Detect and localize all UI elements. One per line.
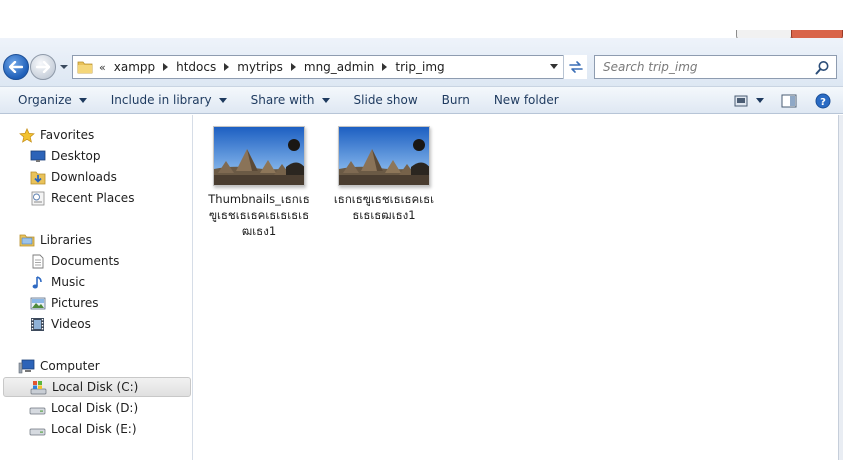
breadcrumb-htdocs[interactable]: htdocs (174, 60, 218, 74)
downloads-folder-icon (29, 170, 46, 185)
include-in-library-button[interactable]: Include in library (103, 89, 235, 111)
chevron-down-icon (756, 98, 764, 103)
recent-pages-chevron-down-icon[interactable] (59, 62, 69, 72)
file-list[interactable]: Thumbnails_เธกเธฃูเธชเธเธคเธเธเธเธฒเธง1 (194, 115, 840, 460)
nav-item-label: Documents (51, 254, 120, 268)
title-strip (0, 0, 843, 38)
address-bar[interactable]: « xampp htdocs mytrips mng_admin trip_im… (72, 55, 587, 79)
refresh-icon (568, 61, 583, 73)
nav-item-label: Pictures (51, 296, 99, 310)
breadcrumb-separator-icon[interactable] (224, 63, 230, 71)
document-icon (29, 254, 46, 269)
arrow-left-icon (9, 61, 23, 73)
change-view-button[interactable] (729, 90, 769, 112)
file-name: Thumbnails_เธกเธฃูเธชเธเธคเธเธเธเธฒเธง1 (208, 192, 310, 238)
nav-item-local-disk-d[interactable]: Local Disk (D:) (29, 398, 138, 418)
preview-pane-icon (781, 94, 797, 107)
nav-favorites[interactable]: Favorites (18, 125, 94, 145)
nav-item-label: Music (51, 275, 86, 289)
navigation-bar: « xampp htdocs mytrips mng_admin trip_im… (0, 38, 843, 87)
landscape-photo-icon (339, 127, 429, 185)
breadcrumb-overflow-button[interactable]: « (99, 61, 106, 74)
nav-libraries-label: Libraries (40, 233, 92, 247)
drive-icon (29, 401, 46, 416)
search-box[interactable] (594, 55, 837, 79)
folder-icon (77, 61, 93, 74)
new-folder-button[interactable]: New folder (486, 89, 567, 111)
search-input[interactable] (603, 60, 803, 74)
breadcrumb-mng-admin[interactable]: mng_admin (302, 60, 377, 74)
share-with-button[interactable]: Share with (243, 89, 338, 111)
chevron-down-icon (78, 97, 87, 103)
nav-computer-label: Computer (40, 359, 100, 373)
nav-computer[interactable]: Computer (18, 356, 100, 376)
search-icon[interactable] (815, 60, 830, 75)
svg-text:?: ? (820, 97, 826, 108)
nav-item-desktop[interactable]: Desktop (29, 146, 101, 166)
nav-item-downloads[interactable]: Downloads (29, 167, 117, 187)
address-history-chevron-down-icon[interactable] (550, 64, 558, 69)
system-drive-icon (30, 380, 47, 395)
breadcrumb-xampp[interactable]: xampp (112, 60, 157, 74)
breadcrumb-separator-icon[interactable] (382, 63, 388, 71)
organize-label: Organize (18, 93, 72, 107)
breadcrumb-trip-img[interactable]: trip_img (393, 60, 446, 74)
image-thumbnail[interactable] (213, 126, 305, 186)
slide-show-button[interactable]: Slide show (346, 89, 426, 111)
breadcrumb-mytrips[interactable]: mytrips (235, 60, 285, 74)
preview-pane-button[interactable] (775, 90, 803, 112)
recent-places-icon (29, 191, 46, 206)
nav-item-label: Downloads (51, 170, 117, 184)
nav-item-music[interactable]: Music (29, 272, 85, 292)
window-right-border (838, 115, 843, 460)
nav-item-local-disk-e[interactable]: Local Disk (E:) (29, 419, 137, 439)
desktop-icon (29, 149, 46, 164)
nav-item-label: Local Disk (E:) (51, 422, 137, 436)
command-bar: Organize Include in library Share with S… (0, 87, 843, 114)
arrow-right-icon (36, 61, 50, 73)
drive-icon (29, 422, 46, 437)
nav-item-local-disk-c[interactable]: Local Disk (C:) (3, 377, 191, 397)
libraries-icon (18, 233, 35, 248)
star-icon (18, 127, 35, 143)
file-item[interactable]: เธกเธฃูเธชเธเธคเธเธเธเธฒเธง1 (329, 126, 439, 223)
back-button[interactable] (3, 54, 29, 80)
nav-item-label: Desktop (51, 149, 101, 163)
organize-button[interactable]: Organize (10, 89, 95, 111)
nav-item-label: Local Disk (C:) (52, 380, 139, 394)
burn-button[interactable]: Burn (434, 89, 478, 111)
nav-item-pictures[interactable]: Pictures (29, 293, 99, 313)
help-button[interactable]: ? (809, 90, 837, 112)
nav-favorites-label: Favorites (40, 128, 95, 142)
video-film-icon (29, 317, 46, 332)
nav-item-documents[interactable]: Documents (29, 251, 119, 271)
navigation-pane: Favorites Desktop Downloads Recent Place… (0, 115, 193, 460)
nav-item-label: Recent Places (51, 191, 135, 205)
chevron-down-icon (218, 97, 227, 103)
nav-item-label: Videos (51, 317, 91, 331)
pictures-icon (29, 296, 46, 311)
nav-item-label: Local Disk (D:) (51, 401, 139, 415)
nav-item-videos[interactable]: Videos (29, 314, 91, 334)
nav-libraries[interactable]: Libraries (18, 230, 92, 250)
share-with-label: Share with (250, 93, 315, 107)
chevron-down-icon (321, 97, 330, 103)
view-icon (734, 95, 748, 106)
help-icon: ? (815, 93, 831, 108)
breadcrumb-separator-icon[interactable] (290, 63, 296, 71)
computer-icon (18, 359, 35, 374)
nav-item-recent-places[interactable]: Recent Places (29, 188, 134, 208)
refresh-button[interactable] (563, 55, 587, 79)
landscape-photo-icon (214, 127, 304, 185)
file-name: เธกเธฃูเธชเธเธคเธเธเธเธฒเธง1 (333, 192, 435, 222)
include-in-library-label: Include in library (110, 93, 212, 107)
music-note-icon (29, 275, 46, 290)
image-thumbnail[interactable] (338, 126, 430, 186)
forward-button[interactable] (30, 54, 56, 80)
file-item[interactable]: Thumbnails_เธกเธฃูเธชเธเธคเธเธเธเธฒเธง1 (204, 126, 314, 239)
breadcrumb-separator-icon[interactable] (163, 63, 169, 71)
